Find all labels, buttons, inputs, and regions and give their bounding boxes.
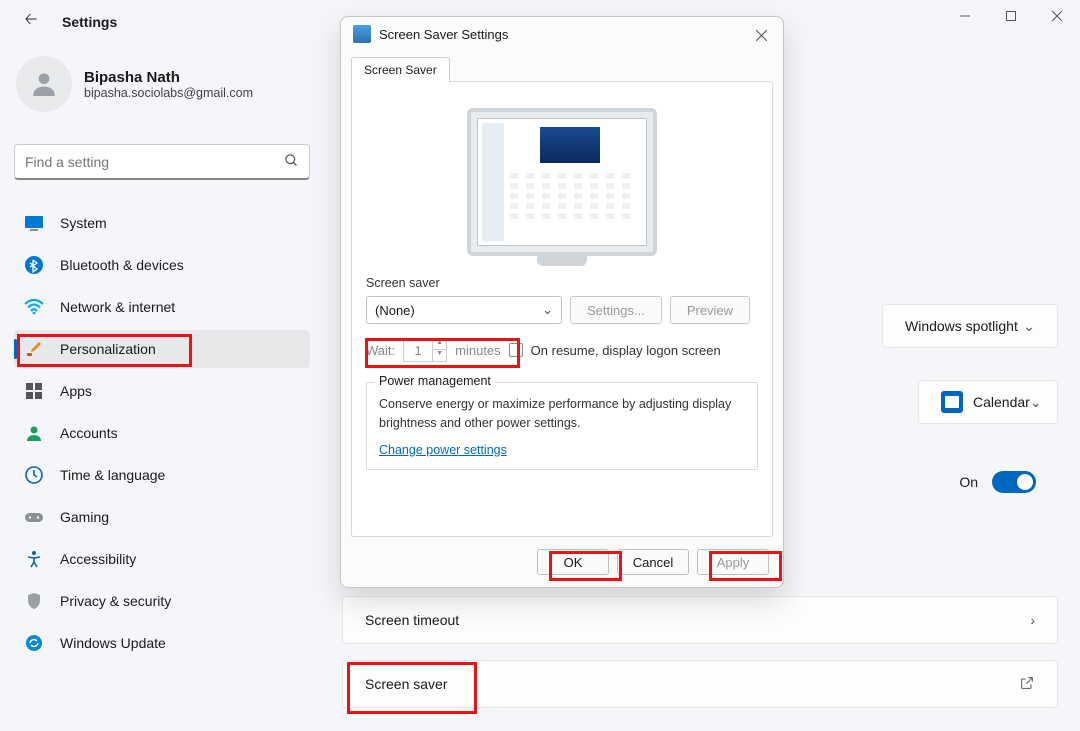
screen-saver-label: Screen saver [365,676,447,692]
spotlight-dropdown[interactable]: Windows spotlight ⌄ [882,304,1058,348]
spotlight-label: Windows spotlight [905,318,1018,334]
screen-saver-row[interactable]: Screen saver [342,660,1058,708]
wifi-icon [24,297,44,317]
sidebar-item-personalization[interactable]: Personalization [14,330,310,368]
chevron-down-icon: ⌄ [1023,318,1035,335]
sidebar-item-gaming[interactable]: Gaming [14,498,310,536]
screen-timeout-row[interactable]: Screen timeout › [342,596,1058,644]
wait-value: 1 [404,343,432,358]
account-block[interactable]: Bipasha Nath bipasha.sociolabs@gmail.com [16,56,253,112]
dialog-close-button[interactable] [747,23,775,47]
chevron-down-icon: ⌄ [1030,394,1042,411]
search-input[interactable] [25,154,284,170]
paintbrush-icon [24,339,44,359]
screen-saver-group-label: Screen saver [366,276,758,290]
screen-saver-select-value: (None) [375,303,415,318]
resume-checkbox[interactable] [509,343,523,357]
account-name: Bipasha Nath [84,69,253,86]
system-icon [24,213,44,233]
calendar-icon [941,391,963,413]
sidebar-nav: System Bluetooth & devices Network & int… [14,204,310,666]
sidebar-item-accounts[interactable]: Accounts [14,414,310,452]
on-toggle-row: On [798,460,1058,504]
power-legend: Power management [375,374,495,388]
screen-timeout-label: Screen timeout [365,612,459,628]
wait-unit: minutes [455,343,501,358]
sidebar-item-windows-update[interactable]: Windows Update [14,624,310,662]
screen-saver-settings-dialog: Screen Saver Settings Screen Saver [340,16,784,588]
chevron-down-icon: ⌄ [542,302,553,318]
calendar-dropdown[interactable]: Calendar ⌄ [918,380,1058,424]
accessibility-icon [24,549,44,569]
account-email: bipasha.sociolabs@gmail.com [84,86,253,100]
person-icon [24,423,44,443]
open-external-icon [1019,675,1035,694]
screen-saver-select[interactable]: (None) ⌄ [366,296,562,324]
shield-icon [24,591,44,611]
tab-screen-saver[interactable]: Screen Saver [351,57,450,83]
preview-button[interactable]: Preview [670,296,750,324]
close-button[interactable] [1034,0,1080,32]
monitor-preview [366,96,758,276]
dialog-title: Screen Saver Settings [379,27,508,42]
toggle-switch[interactable] [992,471,1036,493]
sidebar-item-accessibility[interactable]: Accessibility [14,540,310,578]
on-label: On [959,474,978,490]
sidebar-item-privacy[interactable]: Privacy & security [14,582,310,620]
sidebar-item-time-language[interactable]: Time & language [14,456,310,494]
sidebar-item-bluetooth[interactable]: Bluetooth & devices [14,246,310,284]
resume-label: On resume, display logon screen [531,343,721,358]
page-title: Settings [62,14,117,30]
sidebar-item-apps[interactable]: Apps [14,372,310,410]
sidebar-item-system[interactable]: System [14,204,310,242]
dialog-icon [353,25,371,43]
cancel-button[interactable]: Cancel [617,549,689,575]
power-management-group: Power management Conserve energy or maxi… [366,382,758,470]
ok-button[interactable]: OK [537,549,609,575]
clock-icon [24,465,44,485]
sidebar-item-network[interactable]: Network & internet [14,288,310,326]
avatar [16,56,72,112]
wait-label: Wait: [366,343,395,358]
search-box[interactable] [14,144,310,180]
update-icon [24,633,44,653]
wait-spinner[interactable]: 1 ▲▼ [403,338,447,362]
apply-button[interactable]: Apply [697,549,769,575]
maximize-button[interactable] [988,0,1034,32]
chevron-right-icon: › [1030,612,1035,628]
gamepad-icon [24,507,44,527]
back-button[interactable]: 🡠 [16,8,46,35]
search-icon [284,153,299,171]
settings-button[interactable]: Settings... [570,296,662,324]
minimize-button[interactable] [942,0,988,32]
apps-icon [24,381,44,401]
power-body: Conserve energy or maximize performance … [379,395,745,433]
change-power-settings-link[interactable]: Change power settings [379,443,507,457]
calendar-label: Calendar [973,394,1030,410]
bluetooth-icon [24,255,44,275]
